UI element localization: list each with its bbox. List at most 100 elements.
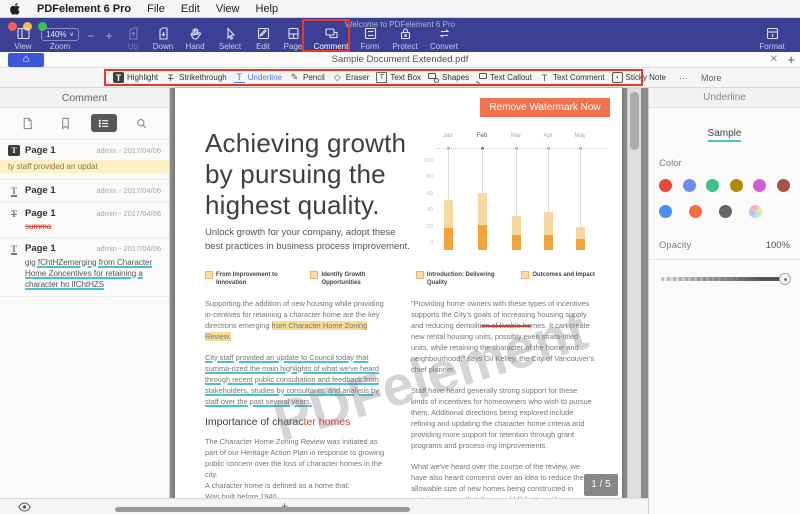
comment-excerpt: ty staff provided an updat xyxy=(0,160,169,173)
protect-button[interactable]: Protect xyxy=(386,23,424,51)
hand-icon xyxy=(190,28,201,40)
form-button[interactable]: Form xyxy=(354,23,386,51)
shapes-icon xyxy=(428,72,440,83)
text-comment-tool[interactable]: T Text Comment xyxy=(539,72,605,83)
vertical-scrollbar[interactable] xyxy=(627,88,641,498)
eraser-icon: ◇ xyxy=(333,72,341,82)
toolbar-buttons: View 140% ∨ Zoom − + Up Down Hand Select… xyxy=(0,19,800,52)
comment-list-item[interactable]: T Page 1 admin - 2017/04/06 gig fChtHZem… xyxy=(0,238,169,297)
text-callout-tool[interactable]: Text Callout xyxy=(476,72,532,85)
tab-search[interactable] xyxy=(129,114,155,132)
comment-excerpt: gig fChtHZemerging from Character Home Z… xyxy=(25,258,153,289)
comment-list-item[interactable]: T Page 1 admin - 2017/04/06 ty staff pro… xyxy=(0,140,169,180)
slider-track[interactable] xyxy=(661,277,788,281)
sticky-note-tool[interactable]: ▪ Sticky Note xyxy=(611,72,666,83)
legend-icon xyxy=(521,271,530,279)
underline-tool[interactable]: T Underline xyxy=(233,72,282,83)
new-tab-icon[interactable]: + xyxy=(787,52,795,67)
edit-pencil-icon xyxy=(257,27,269,40)
menu-edit[interactable]: Edit xyxy=(181,3,200,15)
page-down-button[interactable]: Down xyxy=(148,23,178,51)
color-swatches-row2 xyxy=(659,205,790,218)
color-swatch[interactable] xyxy=(719,205,732,218)
slider-handle[interactable] xyxy=(779,273,791,285)
zoom-dropdown[interactable]: 140% ∨ xyxy=(41,28,79,41)
page-icon xyxy=(23,117,32,129)
color-swatch[interactable] xyxy=(689,205,702,218)
tab-comment-list[interactable] xyxy=(90,114,117,132)
edit-button[interactable]: Edit xyxy=(248,23,278,51)
divider xyxy=(649,259,800,260)
highlight-annotation-icon: T xyxy=(8,145,20,156)
chart-legend: From Improvement to Innovation Identify … xyxy=(205,271,595,287)
eraser-tool[interactable]: ◇ Eraser xyxy=(332,72,370,83)
text-box-tool[interactable]: T Text Box xyxy=(376,72,421,83)
underline-annotation-icon: T xyxy=(10,185,17,196)
zoom-out-button[interactable]: − xyxy=(82,29,100,51)
highlight-tool[interactable]: T Highlight xyxy=(113,72,158,83)
color-swatch[interactable] xyxy=(682,179,696,192)
ellipsis-icon[interactable]: ··· xyxy=(679,73,688,83)
format-panel-icon xyxy=(766,27,778,40)
format-panel-title: Underline xyxy=(649,88,800,108)
horizontal-scrollbar-thumb[interactable] xyxy=(115,507,410,512)
color-swatch[interactable] xyxy=(706,179,720,192)
zoom-in-button[interactable]: + xyxy=(100,29,118,51)
document-tab[interactable]: Sample Document Extended.pdf xyxy=(0,54,800,65)
comment-list-item[interactable]: T Page 1 admin - 2017/04/06 xyxy=(0,180,169,203)
sticky-note-icon: ▪ xyxy=(611,72,623,83)
select-tool-button[interactable]: Select xyxy=(212,23,248,51)
comment-list-item[interactable]: T Page 1 admin - 2017/04/06 summa xyxy=(0,203,169,238)
lock-icon xyxy=(400,28,410,40)
pdf-page[interactable]: Remove Watermark Now Achieving growth by… xyxy=(175,88,622,498)
more-button[interactable]: More xyxy=(701,73,722,83)
page-down-icon xyxy=(158,27,168,40)
opacity-label: Opacity xyxy=(659,240,692,251)
text-box-icon: T xyxy=(376,72,388,83)
tab-bookmarks[interactable] xyxy=(53,114,79,132)
cursor-icon xyxy=(226,27,235,40)
menu-help[interactable]: Help xyxy=(256,3,279,15)
view-panel-icon xyxy=(16,27,30,40)
hand-tool-button[interactable]: Hand xyxy=(178,23,212,51)
close-tab-icon[interactable]: ✕ xyxy=(770,54,778,65)
convert-arrows-icon xyxy=(439,29,449,38)
toolbar: Welcome to PDFelement 6 Pro View 140% ∨ Z… xyxy=(0,18,800,52)
apple-logo-icon[interactable] xyxy=(10,2,21,15)
highlight-icon: T xyxy=(113,72,124,83)
strikethrough-tool[interactable]: T Strikethrough xyxy=(165,72,227,83)
underline-icon: T xyxy=(233,72,245,83)
color-swatch[interactable] xyxy=(776,179,790,192)
opacity-slider[interactable] xyxy=(661,273,791,285)
remove-watermark-button[interactable]: Remove Watermark Now xyxy=(480,98,610,117)
format-button[interactable]: Format xyxy=(752,23,792,51)
zoom-control[interactable]: 140% ∨ Zoom xyxy=(38,23,82,51)
page-up-button[interactable]: Up xyxy=(118,23,148,51)
document-area: Remove Watermark Now Achieving growth by… xyxy=(170,88,648,514)
toggle-visibility-eye-icon[interactable] xyxy=(18,502,31,512)
comment-button[interactable]: Comment xyxy=(302,19,354,52)
bottom-bar: + xyxy=(0,498,648,514)
document-heading: Achieving growth by pursuing the highest… xyxy=(205,128,407,220)
color-swatch[interactable] xyxy=(659,179,672,192)
view-button[interactable]: View xyxy=(8,23,38,51)
menu-file[interactable]: File xyxy=(147,3,165,15)
legend-item: Outcomes and Impact xyxy=(521,271,595,287)
bar-chart: 0 20 40 60 80 100 Jan Feb Mar Apr May xyxy=(420,133,615,258)
legend-item: From Improvement to Innovation xyxy=(205,271,294,287)
color-swatch[interactable] xyxy=(659,205,672,218)
left-text-column: Supporting the addition of new housing w… xyxy=(205,298,389,498)
convert-button[interactable]: Convert xyxy=(424,23,464,51)
shapes-tool[interactable]: Shapes xyxy=(428,72,469,83)
scrollbar-thumb[interactable] xyxy=(630,92,639,150)
opacity-row: Opacity 100% xyxy=(649,240,800,251)
menu-view[interactable]: View xyxy=(216,3,240,15)
pencil-tool[interactable]: ✎ Pencil xyxy=(289,72,325,83)
page-up-icon xyxy=(128,27,138,40)
legend-icon xyxy=(415,271,424,279)
tab-thumbnails[interactable] xyxy=(15,114,41,132)
menu-app-name[interactable]: PDFelement 6 Pro xyxy=(37,3,131,15)
color-swatch[interactable] xyxy=(753,179,767,192)
custom-color-picker-swatch[interactable] xyxy=(749,205,762,218)
color-swatch[interactable] xyxy=(729,179,743,192)
